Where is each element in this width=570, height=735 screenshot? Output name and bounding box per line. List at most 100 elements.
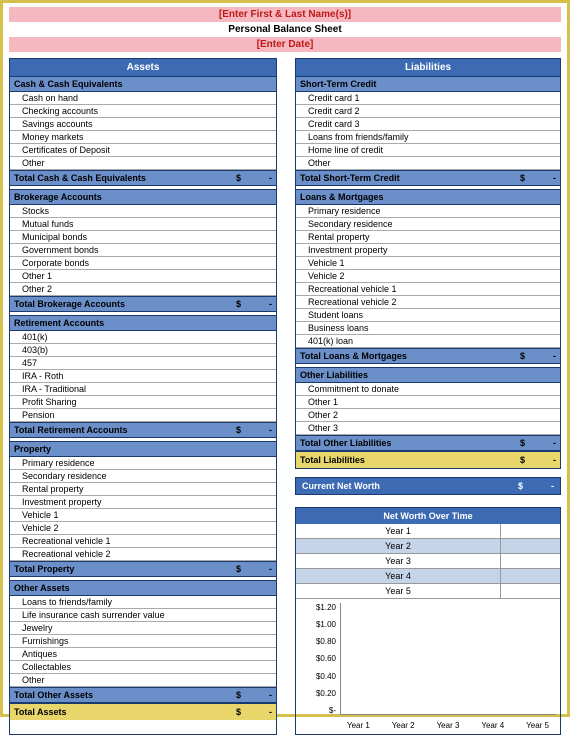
chart-year-row[interactable]: Year 2 — [296, 539, 560, 554]
liability-item-row[interactable]: Loans from friends/family — [296, 131, 560, 144]
asset-item-label: Recreational vehicle 2 — [22, 549, 111, 559]
asset-item-row[interactable]: Money markets — [10, 131, 276, 144]
ytick-label: $1.00 — [316, 620, 336, 629]
asset-item-row[interactable]: Other — [10, 157, 276, 170]
chart-year-value[interactable] — [500, 554, 560, 568]
asset-item-label: 403(b) — [22, 345, 48, 355]
liability-item-row[interactable]: Other 3 — [296, 422, 560, 435]
asset-item-row[interactable]: Investment property — [10, 496, 276, 509]
asset-item-row[interactable]: Profit Sharing — [10, 396, 276, 409]
asset-item-row[interactable]: Antiques — [10, 648, 276, 661]
chart-year-row[interactable]: Year 3 — [296, 554, 560, 569]
asset-item-row[interactable]: Checking accounts — [10, 105, 276, 118]
liability-item-row[interactable]: Investment property — [296, 244, 560, 257]
asset-item-row[interactable]: Vehicle 2 — [10, 522, 276, 535]
asset-item-row[interactable]: Loans to friends/family — [10, 596, 276, 609]
liability-item-row[interactable]: 401(k) loan — [296, 335, 560, 348]
asset-item-label: IRA - Roth — [22, 371, 64, 381]
asset-item-row[interactable]: Savings accounts — [10, 118, 276, 131]
asset-item-label: Corporate bonds — [22, 258, 89, 268]
liability-item-row[interactable]: Recreational vehicle 2 — [296, 296, 560, 309]
networth-box: Current Net Worth $- — [295, 477, 561, 495]
ytick-label: $0.60 — [316, 654, 336, 663]
asset-section-total: Total Brokerage Accounts$- — [10, 296, 276, 312]
chart-area — [340, 603, 556, 715]
asset-item-row[interactable]: Certificates of Deposit — [10, 144, 276, 157]
chart-year-value[interactable] — [500, 539, 560, 553]
asset-item-row[interactable]: Life insurance cash surrender value — [10, 609, 276, 622]
asset-item-row[interactable]: Recreational vehicle 1 — [10, 535, 276, 548]
asset-item-row[interactable]: Secondary residence — [10, 470, 276, 483]
chart-year-value[interactable] — [500, 569, 560, 583]
asset-item-row[interactable]: Furnishings — [10, 635, 276, 648]
asset-item-row[interactable]: Collectables — [10, 661, 276, 674]
chart-year-label: Year 3 — [296, 554, 500, 568]
asset-item-label: Antiques — [22, 649, 57, 659]
asset-item-label: Vehicle 2 — [22, 523, 59, 533]
asset-item-row[interactable]: Government bonds — [10, 244, 276, 257]
asset-item-row[interactable]: Pension — [10, 409, 276, 422]
asset-item-label: 457 — [22, 358, 37, 368]
liability-item-row[interactable]: Credit card 2 — [296, 105, 560, 118]
liability-item-label: Primary residence — [308, 206, 381, 216]
chart-year-label: Year 4 — [296, 569, 500, 583]
asset-section-header: Other Assets — [10, 580, 276, 596]
asset-item-row[interactable]: IRA - Roth — [10, 370, 276, 383]
liability-item-row[interactable]: Other 1 — [296, 396, 560, 409]
chart-year-value[interactable] — [500, 584, 560, 598]
asset-item-label: Other — [22, 675, 45, 685]
chart-year-row[interactable]: Year 4 — [296, 569, 560, 584]
asset-item-row[interactable]: Cash on hand — [10, 92, 276, 105]
asset-item-row[interactable]: 457 — [10, 357, 276, 370]
liability-item-row[interactable]: Business loans — [296, 322, 560, 335]
date-field[interactable]: [Enter Date] — [9, 37, 561, 52]
liability-item-row[interactable]: Commitment to donate — [296, 383, 560, 396]
xtick-label: Year 4 — [470, 719, 515, 734]
asset-item-row[interactable]: Jewelry — [10, 622, 276, 635]
liability-item-row[interactable]: Primary residence — [296, 205, 560, 218]
asset-item-row[interactable]: Other 2 — [10, 283, 276, 296]
asset-item-label: Checking accounts — [22, 106, 98, 116]
asset-item-row[interactable]: Other 1 — [10, 270, 276, 283]
asset-item-row[interactable]: Other — [10, 674, 276, 687]
xtick-label: Year 3 — [426, 719, 471, 734]
liability-item-row[interactable]: Other — [296, 157, 560, 170]
asset-item-row[interactable]: Vehicle 1 — [10, 509, 276, 522]
asset-item-label: Collectables — [22, 662, 71, 672]
liability-item-label: Home line of credit — [308, 145, 383, 155]
liability-item-row[interactable]: Rental property — [296, 231, 560, 244]
liability-item-label: Secondary residence — [308, 219, 393, 229]
liability-item-row[interactable]: Other 2 — [296, 409, 560, 422]
asset-item-row[interactable]: 403(b) — [10, 344, 276, 357]
asset-item-row[interactable]: Municipal bonds — [10, 231, 276, 244]
asset-item-label: Vehicle 1 — [22, 510, 59, 520]
liability-item-label: Business loans — [308, 323, 369, 333]
liability-item-row[interactable]: Vehicle 1 — [296, 257, 560, 270]
asset-item-label: Cash on hand — [22, 93, 78, 103]
networth-chart-box: Net Worth Over Time Year 1Year 2Year 3Ye… — [295, 507, 561, 735]
liability-item-row[interactable]: Recreational vehicle 1 — [296, 283, 560, 296]
asset-item-row[interactable]: Stocks — [10, 205, 276, 218]
asset-item-row[interactable]: 401(k) — [10, 331, 276, 344]
chart-year-label: Year 5 — [296, 584, 500, 598]
asset-item-row[interactable]: Primary residence — [10, 457, 276, 470]
liability-item-row[interactable]: Vehicle 2 — [296, 270, 560, 283]
chart-year-row[interactable]: Year 5 — [296, 584, 560, 599]
liability-item-row[interactable]: Credit card 1 — [296, 92, 560, 105]
asset-item-row[interactable]: Mutual funds — [10, 218, 276, 231]
liability-item-row[interactable]: Credit card 3 — [296, 118, 560, 131]
liability-section-header: Other Liabilities — [296, 367, 560, 383]
liability-item-row[interactable]: Home line of credit — [296, 144, 560, 157]
ytick-label: $0.80 — [316, 637, 336, 646]
liability-item-row[interactable]: Student loans — [296, 309, 560, 322]
asset-item-row[interactable]: Corporate bonds — [10, 257, 276, 270]
liability-item-row[interactable]: Secondary residence — [296, 218, 560, 231]
asset-item-row[interactable]: IRA - Traditional — [10, 383, 276, 396]
chart-year-value[interactable] — [500, 524, 560, 538]
chart-year-row[interactable]: Year 1 — [296, 524, 560, 539]
name-field[interactable]: [Enter First & Last Name(s)] — [9, 7, 561, 22]
liabilities-column: Liabilities Short-Term CreditCredit card… — [295, 58, 561, 469]
asset-item-row[interactable]: Recreational vehicle 2 — [10, 548, 276, 561]
asset-item-row[interactable]: Rental property — [10, 483, 276, 496]
asset-item-label: Life insurance cash surrender value — [22, 610, 165, 620]
